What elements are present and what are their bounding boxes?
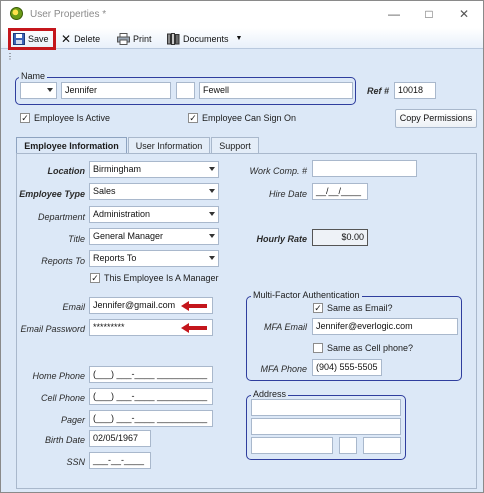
home-phone-label: Home Phone bbox=[32, 371, 85, 381]
save-highlight-box bbox=[8, 28, 56, 50]
address-city-input[interactable] bbox=[251, 437, 333, 454]
reports-to-label: Reports To bbox=[41, 256, 85, 266]
pager-input[interactable]: (___) ___-____ __________ bbox=[89, 410, 213, 427]
toolbar: Save ✕ Delete Print Documents ▼ bbox=[1, 28, 483, 49]
same-as-cell-label: Same as Cell phone? bbox=[327, 343, 414, 353]
chevron-down-icon: ▼ bbox=[235, 35, 243, 42]
maximize-icon[interactable]: □ bbox=[420, 6, 438, 22]
printer-icon bbox=[117, 32, 130, 45]
same-as-email-checkbox[interactable]: ✓ bbox=[313, 303, 323, 313]
reports-to-value: Reports To bbox=[93, 253, 137, 263]
mfa-email-label: MFA Email bbox=[263, 322, 307, 332]
mfa-phone-input[interactable]: (904) 555-5505 bbox=[312, 359, 382, 376]
ssn-input[interactable]: ___-__-____ bbox=[89, 452, 151, 469]
employee-sign-on-label: Employee Can Sign On bbox=[202, 113, 297, 123]
reports-to-combo[interactable]: Reports To bbox=[89, 250, 219, 267]
location-label: Location bbox=[47, 166, 86, 176]
email-password-label: Email Password bbox=[20, 324, 85, 334]
title-combo[interactable]: General Manager bbox=[89, 228, 219, 245]
location-combo[interactable]: Birmingham bbox=[89, 161, 219, 178]
hire-date-label: Hire Date bbox=[268, 189, 307, 199]
window-title: User Properties * bbox=[30, 9, 107, 20]
name-prefix-combo[interactable] bbox=[20, 82, 57, 99]
birth-date-label: Birth Date bbox=[44, 435, 85, 445]
address-line-2-input[interactable] bbox=[251, 418, 401, 435]
employee-type-label: Employee Type bbox=[19, 189, 85, 199]
first-name-input[interactable]: Jennifer bbox=[61, 82, 171, 99]
delete-x-icon: ✕ bbox=[61, 31, 72, 46]
department-combo[interactable]: Administration bbox=[89, 206, 219, 223]
documents-icon bbox=[167, 32, 180, 45]
manager-checkbox[interactable]: ✓ bbox=[90, 273, 100, 283]
ref-input[interactable]: 10018 bbox=[394, 82, 436, 99]
delete-label: Delete bbox=[74, 33, 101, 44]
pager-label: Pager bbox=[60, 415, 85, 425]
cell-phone-input[interactable]: (___) ___-____ __________ bbox=[89, 388, 213, 405]
red-arrow-icon bbox=[181, 323, 207, 333]
app-logo-icon bbox=[10, 7, 23, 20]
hourly-rate-input[interactable]: $0.00 bbox=[312, 229, 368, 246]
minimize-icon[interactable]: — bbox=[385, 6, 403, 22]
close-icon[interactable]: ✕ bbox=[455, 6, 473, 22]
print-label: Print bbox=[133, 33, 152, 44]
hire-date-input[interactable]: __/__/____ bbox=[312, 183, 368, 200]
title-label: Title bbox=[68, 234, 85, 244]
mfa-phone-label: MFA Phone bbox=[260, 364, 307, 374]
last-name-input[interactable]: Fewell bbox=[199, 82, 353, 99]
manager-label: This Employee Is A Manager bbox=[104, 273, 219, 283]
form-content: ⋮ Name Jennifer Fewell Ref # 10018 ✓ Emp… bbox=[1, 49, 483, 492]
name-group-label: Name bbox=[19, 71, 48, 81]
documents-label: Documents bbox=[183, 33, 229, 44]
tab-user-information[interactable]: User Information bbox=[128, 137, 210, 154]
same-as-email-label: Same as Email? bbox=[327, 303, 393, 313]
red-arrow-icon bbox=[181, 301, 207, 311]
address-line-1-input[interactable] bbox=[251, 399, 401, 416]
grip-dots: ⋮ bbox=[6, 52, 14, 61]
employee-type-value: Sales bbox=[93, 186, 116, 196]
work-comp-input[interactable] bbox=[312, 160, 417, 177]
birth-date-input[interactable]: 02/05/1967 bbox=[89, 430, 151, 447]
copy-permissions-button[interactable]: Copy Permissions bbox=[395, 109, 477, 128]
middle-name-input[interactable] bbox=[176, 82, 195, 99]
department-label: Department bbox=[37, 212, 85, 222]
documents-button[interactable]: Documents ▼ bbox=[167, 30, 242, 47]
title-value: General Manager bbox=[93, 231, 164, 241]
employee-type-combo[interactable]: Sales bbox=[89, 183, 219, 200]
mfa-email-input[interactable]: Jennifer@everlogic.com bbox=[312, 318, 458, 335]
ref-label: Ref # bbox=[367, 86, 390, 96]
department-value: Administration bbox=[93, 209, 151, 219]
work-comp-label: Work Comp. # bbox=[249, 166, 307, 176]
tab-support[interactable]: Support bbox=[211, 137, 259, 154]
ssn-label: SSN bbox=[66, 457, 85, 467]
location-value: Birmingham bbox=[93, 164, 142, 174]
employee-sign-on-checkbox[interactable]: ✓ bbox=[188, 113, 198, 123]
mfa-group-title: Multi-Factor Authentication bbox=[251, 290, 362, 300]
address-group-title: Address bbox=[251, 389, 289, 399]
title-bar: User Properties * — □ ✕ bbox=[1, 1, 483, 28]
cell-phone-label: Cell Phone bbox=[40, 393, 85, 403]
employee-active-checkbox[interactable]: ✓ bbox=[20, 113, 30, 123]
same-as-cell-checkbox[interactable] bbox=[313, 343, 323, 353]
print-button[interactable]: Print bbox=[117, 30, 152, 47]
user-properties-window: User Properties * — □ ✕ Save ✕ Delete Pr… bbox=[0, 0, 484, 493]
address-state-input[interactable] bbox=[339, 437, 357, 454]
delete-button[interactable]: ✕ Delete bbox=[61, 30, 100, 47]
address-zip-input[interactable] bbox=[363, 437, 401, 454]
home-phone-input[interactable]: (___) ___-____ __________ bbox=[89, 366, 213, 383]
employee-active-label: Employee Is Active bbox=[34, 113, 111, 123]
email-label: Email bbox=[62, 302, 85, 312]
hourly-rate-label: Hourly Rate bbox=[256, 234, 307, 244]
